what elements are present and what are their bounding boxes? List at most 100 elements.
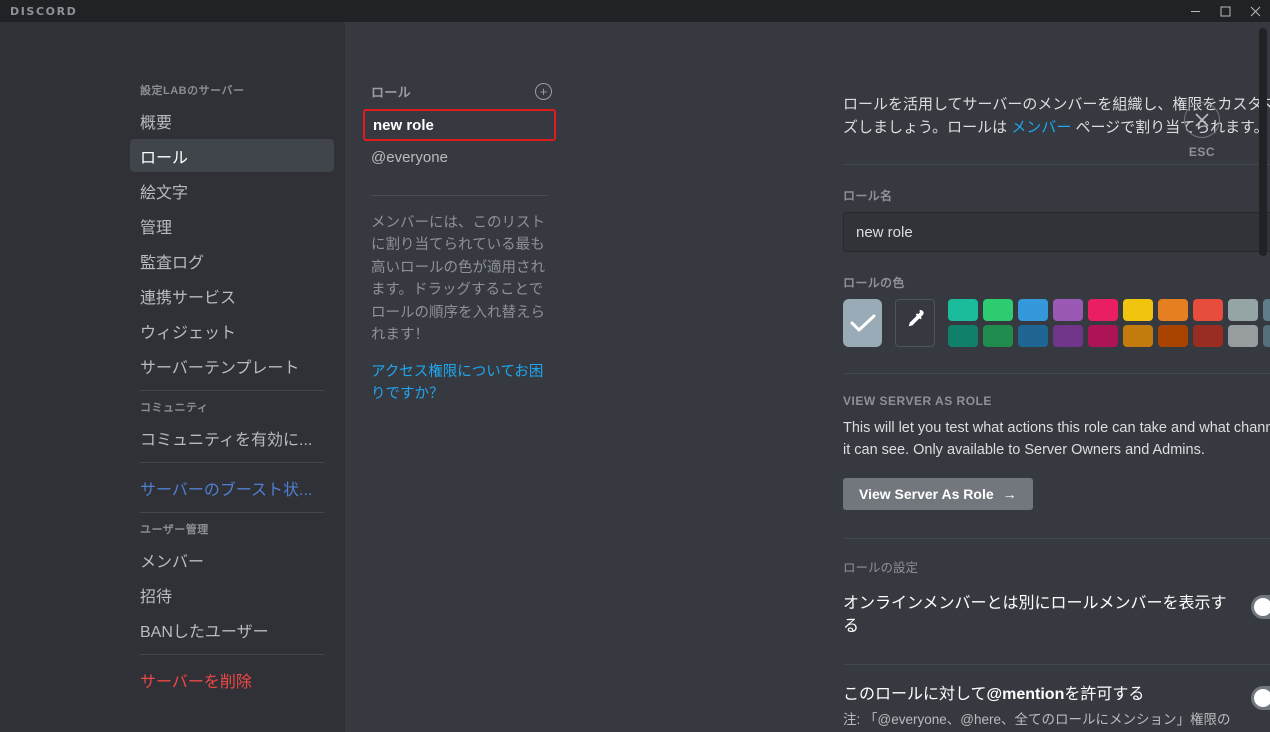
close-button[interactable] (1240, 0, 1270, 22)
color-swatch[interactable] (983, 325, 1013, 347)
sidebar-item-label: ロール (140, 149, 189, 167)
mention-label-post: を許可する (1064, 685, 1145, 703)
color-swatch[interactable] (1088, 325, 1118, 347)
sidebar-item-label: 絵文字 (140, 184, 189, 202)
color-swatch[interactable] (1228, 325, 1258, 347)
sidebar-item-label: 連携サービス (140, 289, 237, 307)
intro-text-part2: ページで割り当てられます。 (1071, 118, 1269, 136)
sidebar-item-label: 監査ログ (140, 254, 205, 272)
view-server-as-role-button[interactable]: View Server As Role → (843, 477, 1033, 510)
role-name-input[interactable] (843, 212, 1270, 252)
arrow-right-icon: → (1002, 485, 1017, 502)
color-swatch[interactable] (1158, 325, 1188, 347)
custom-color-eyedropper-button[interactable] (895, 299, 935, 347)
role-settings-main: ロールを活用してサーバーのメンバーを組織し、権限をカスタマイズしましょう。ロール… (593, 22, 1270, 732)
plus-circle-icon[interactable]: + (535, 83, 552, 100)
mention-keyword: @mention (986, 685, 1065, 703)
eyedropper-icon (908, 310, 924, 327)
view-server-as-role-label: VIEW SERVER AS ROLE (843, 394, 992, 408)
role-list-item-new-role[interactable]: new role (363, 109, 556, 141)
esc-label: ESC (1188, 145, 1216, 159)
sidebar-item-server-template[interactable]: サーバーテンプレート (130, 349, 334, 382)
section-divider (843, 663, 1270, 665)
scrollbar-thumb[interactable] (1259, 28, 1267, 256)
discord-logo: DISCORD (10, 4, 78, 18)
window-controls (1180, 0, 1270, 22)
check-icon (850, 314, 876, 332)
role-list-item-everyone[interactable]: @everyone (363, 141, 556, 173)
sidebar-user-management-header: ユーザー管理 (140, 524, 209, 536)
app-body: 設定LABのサーバー 概要 ロール 絵文字 管理 監査ログ 連携サービス ウィジ… (0, 22, 1270, 732)
color-swatch[interactable] (1158, 299, 1188, 321)
permissions-help-link[interactable]: アクセス権限についてお困りですか？ (363, 347, 556, 406)
sidebar-item-moderation[interactable]: 管理 (130, 209, 334, 242)
sidebar-divider (140, 390, 324, 391)
maximize-button[interactable] (1210, 0, 1240, 22)
color-swatch-grid (948, 299, 1270, 347)
roles-list-panel: ロール + new role @everyone メンバーには、このリストに割り… (345, 22, 593, 732)
color-swatch[interactable] (1193, 299, 1223, 321)
sidebar-item-label: ウィジェット (140, 324, 237, 342)
role-name-text: @everyone (371, 148, 448, 166)
roles-list-title: ロール (371, 85, 412, 100)
view-server-as-role-description: This will let you test what actions this… (843, 420, 1270, 458)
sidebar-item-label: 管理 (140, 219, 173, 237)
sidebar-item-label: 概要 (140, 114, 173, 132)
color-swatch[interactable] (1193, 325, 1223, 347)
toggle-row-allow-mention: このロールに対して@mentionを許可する 注: 「@everyone、@he… (843, 683, 1270, 732)
color-swatch[interactable] (948, 299, 978, 321)
mention-label-pre: このロールに対して (843, 685, 987, 703)
sidebar-community-header: コミュニティ (140, 402, 209, 414)
toggle-label-display-separately: オンラインメンバーとは別にロールメンバーを表示する (843, 594, 1227, 635)
color-swatch[interactable] (1123, 325, 1153, 347)
sidebar-item-delete-server[interactable]: サーバーを削除 (130, 663, 334, 696)
minimize-button[interactable] (1180, 0, 1210, 22)
sidebar-item-label: コミュニティを有効に... (140, 431, 313, 449)
sidebar-item-bans[interactable]: BANしたユーザー (130, 613, 334, 646)
roles-description: メンバーには、このリストに割り当てられている最も高いロールの色が適用されます。ド… (371, 215, 545, 344)
section-divider (843, 537, 1270, 539)
section-divider (843, 164, 1270, 165)
sidebar-item-emoji[interactable]: 絵文字 (130, 174, 334, 207)
role-color-label: ロールの色 (843, 276, 905, 290)
sidebar-item-server-boost-status[interactable]: サーバーのブースト状... (130, 471, 334, 504)
sidebar-divider (140, 512, 324, 513)
main-scrollbar[interactable] (1259, 22, 1267, 732)
toggle-label-allow-mention: このロールに対して@mentionを許可する (843, 683, 1228, 706)
members-page-link[interactable]: メンバー (1011, 119, 1071, 136)
color-swatch[interactable] (1228, 299, 1258, 321)
sidebar-item-overview[interactable]: 概要 (130, 104, 334, 137)
color-swatch[interactable] (1053, 299, 1083, 321)
sidebar-item-roles[interactable]: ロール (130, 139, 334, 172)
close-settings-control[interactable]: ESC (1184, 102, 1220, 159)
sidebar-item-widget[interactable]: ウィジェット (130, 314, 334, 347)
sidebar-divider (140, 462, 324, 463)
sidebar-item-invites[interactable]: 招待 (130, 578, 334, 611)
sidebar-item-members[interactable]: メンバー (130, 543, 334, 576)
sidebar-server-header: 設定LABのサーバー (140, 85, 245, 97)
sidebar-item-label: 招待 (140, 588, 173, 606)
sidebar-item-label: サーバーを削除 (140, 673, 252, 691)
role-name-label: ロール名 (843, 189, 893, 203)
color-swatch[interactable] (1123, 299, 1153, 321)
toggle-note-allow-mention: 注: 「@everyone、@here、全てのロールにメンション」権限のあるメン… (843, 712, 1231, 728)
sidebar-item-label: サーバーテンプレート (140, 359, 300, 377)
color-swatch[interactable] (948, 325, 978, 347)
sidebar-item-audit-log[interactable]: 監査ログ (130, 244, 334, 277)
toggle-row-display-separately: オンラインメンバーとは別にロールメンバーを表示する (843, 592, 1270, 638)
sidebar-divider (140, 654, 324, 655)
color-swatch[interactable] (1053, 325, 1083, 347)
sidebar-item-integrations[interactable]: 連携サービス (130, 279, 334, 312)
title-bar: DISCORD (0, 0, 1270, 22)
close-x-icon[interactable] (1184, 102, 1220, 138)
selected-color-preview[interactable] (843, 299, 883, 347)
role-color-picker (843, 299, 1270, 347)
role-name-text: new role (373, 116, 434, 134)
roles-divider (371, 195, 548, 196)
sidebar-item-enable-community[interactable]: コミュニティを有効に... (130, 421, 334, 454)
color-swatch[interactable] (983, 299, 1013, 321)
color-swatch[interactable] (1088, 299, 1118, 321)
sidebar-item-label: メンバー (140, 553, 205, 571)
color-swatch[interactable] (1018, 325, 1048, 347)
color-swatch[interactable] (1018, 299, 1048, 321)
